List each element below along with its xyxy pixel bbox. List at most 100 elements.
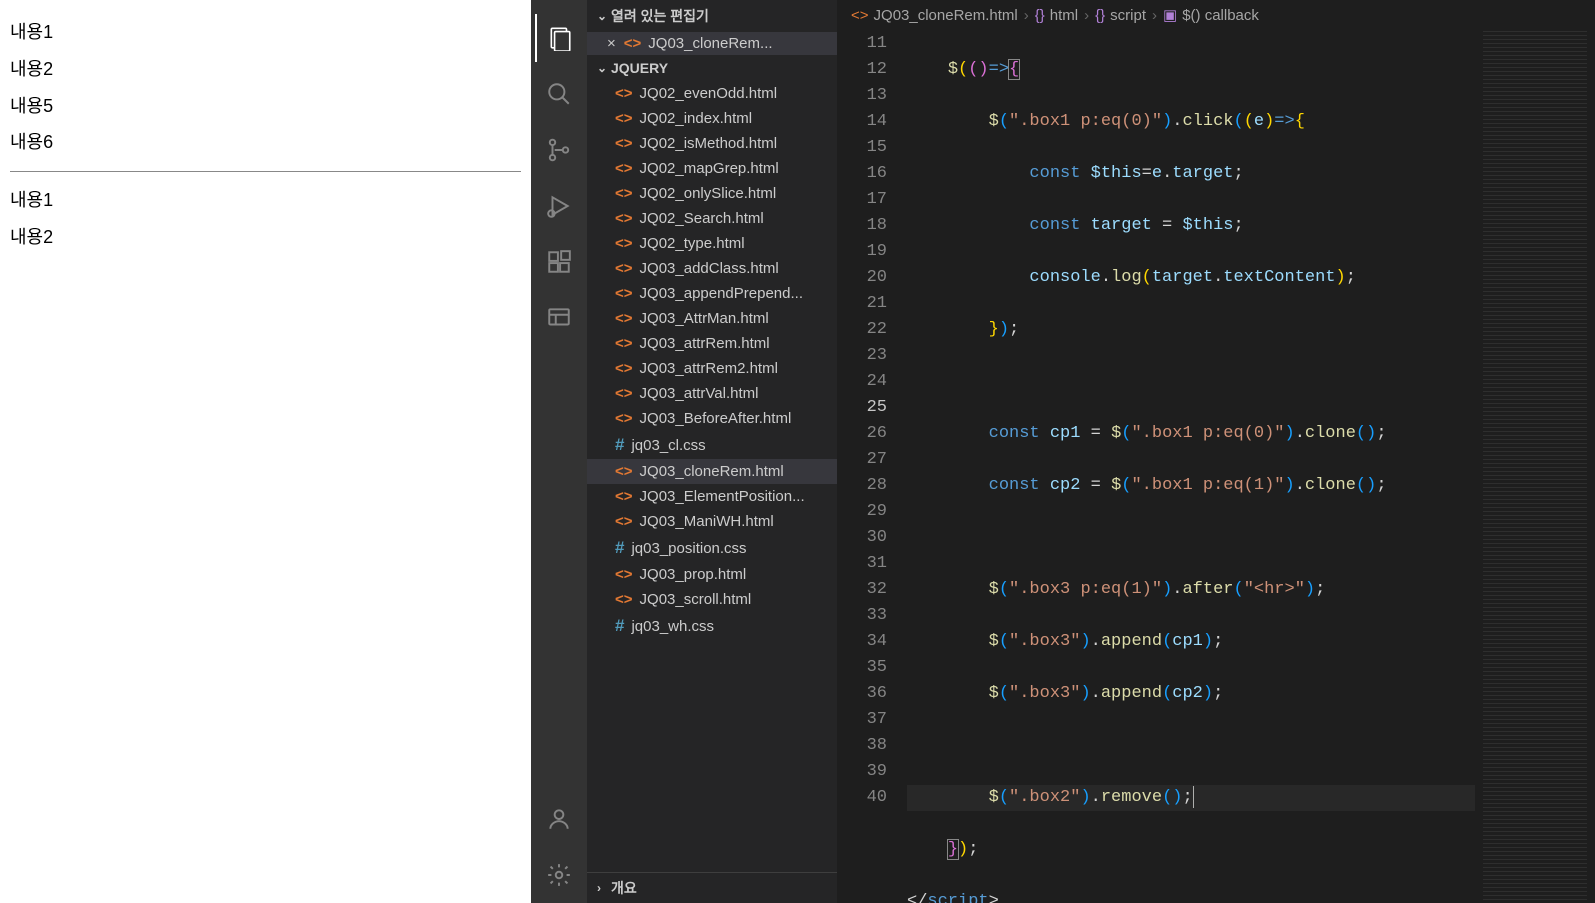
line-number: 15 xyxy=(837,135,887,161)
browser-text-line: 내용2 xyxy=(10,223,521,252)
html-file-icon: <> xyxy=(615,185,633,202)
file-name-label: JQ03_attrRem2.html xyxy=(640,360,778,377)
line-number: 32 xyxy=(837,577,887,603)
folder-name: JQUERY xyxy=(611,60,668,76)
file-item[interactable]: # jq03_cl.css xyxy=(587,431,837,459)
line-number: 39 xyxy=(837,759,887,785)
breadcrumb-segment[interactable]: html xyxy=(1050,7,1078,24)
css-file-icon: # xyxy=(615,616,624,636)
file-name-label: JQ03_AttrMan.html xyxy=(640,310,769,327)
line-number: 17 xyxy=(837,187,887,213)
file-item[interactable]: <>JQ02_Search.html xyxy=(587,206,837,231)
html-file-icon: <> xyxy=(615,410,633,427)
source-control-icon[interactable] xyxy=(535,126,583,174)
code-editor[interactable]: 1112131415161718192021222324252627282930… xyxy=(837,31,1595,903)
outline-header[interactable]: › 개요 xyxy=(587,872,837,903)
open-editors-header[interactable]: ⌄ 열려 있는 편집기 xyxy=(587,0,837,32)
file-item[interactable]: <>JQ03_addClass.html xyxy=(587,256,837,281)
file-item[interactable]: <>JQ02_index.html xyxy=(587,106,837,131)
remote-window-icon[interactable] xyxy=(535,294,583,342)
html-file-icon: <> xyxy=(615,85,633,102)
line-number: 40 xyxy=(837,785,887,811)
file-item[interactable]: <> JQ02_mapGrep.html xyxy=(587,156,837,181)
chevron-right-icon: › xyxy=(597,881,611,895)
close-icon[interactable]: × xyxy=(607,35,616,52)
file-item[interactable]: <>JQ02_type.html xyxy=(587,231,837,256)
file-item[interactable]: <>JQ03_attrVal.html xyxy=(587,381,837,406)
line-number: 27 xyxy=(837,447,887,473)
line-number: 38 xyxy=(837,733,887,759)
line-number: 35 xyxy=(837,655,887,681)
file-name-label: jq03_cl.css xyxy=(631,437,705,454)
brace-icon: {} xyxy=(1095,7,1105,24)
file-name-label: JQ03_prop.html xyxy=(640,566,747,583)
html-file-icon: <> xyxy=(615,110,633,127)
open-editor-filename: JQ03_cloneRem... xyxy=(648,35,772,52)
line-number: 22 xyxy=(837,317,887,343)
line-number: 20 xyxy=(837,265,887,291)
minimap[interactable] xyxy=(1475,31,1595,903)
open-editor-item[interactable]: × <> JQ03_cloneRem... xyxy=(587,32,837,55)
line-number: 34 xyxy=(837,629,887,655)
settings-gear-icon[interactable] xyxy=(535,851,583,899)
file-item[interactable]: <>JQ02_evenOdd.html xyxy=(587,81,837,106)
editor-area: <> JQ03_cloneRem.html › {} html › {} scr… xyxy=(837,0,1595,903)
file-item[interactable]: <>JQ03_attrRem.html xyxy=(587,331,837,356)
line-number: 16 xyxy=(837,161,887,187)
html-file-icon: <> xyxy=(615,463,633,480)
line-number: 19 xyxy=(837,239,887,265)
breadcrumb-file[interactable]: JQ03_cloneRem.html xyxy=(874,7,1018,24)
html-file-icon: <> xyxy=(615,210,633,227)
folder-header[interactable]: ⌄ JQUERY xyxy=(587,55,837,81)
chevron-right-icon: › xyxy=(1084,7,1089,24)
brace-icon: {} xyxy=(1035,7,1045,24)
file-item[interactable]: <>JQ03_BeforeAfter.html xyxy=(587,406,837,431)
extensions-icon[interactable] xyxy=(535,238,583,286)
line-number: 30 xyxy=(837,525,887,551)
line-number: 31 xyxy=(837,551,887,577)
debug-icon[interactable] xyxy=(535,182,583,230)
file-item[interactable]: <>JQ02_onlySlice.html xyxy=(587,181,837,206)
file-item[interactable]: <> JQ03_cloneRem.html xyxy=(587,459,837,484)
line-number: 36 xyxy=(837,681,887,707)
html-file-icon: <> xyxy=(615,260,633,277)
file-item[interactable]: <>JQ03_prop.html xyxy=(587,562,837,587)
line-gutter: 1112131415161718192021222324252627282930… xyxy=(837,31,907,903)
css-file-icon: # xyxy=(615,435,624,455)
line-number: 33 xyxy=(837,603,887,629)
code-content[interactable]: $(()=>{ $(".box1 p:eq(0)").click((e)=>{ … xyxy=(907,31,1475,903)
file-name-label: JQ03_scroll.html xyxy=(640,591,752,608)
breadcrumb-segment[interactable]: script xyxy=(1110,7,1146,24)
file-name-label: jq03_wh.css xyxy=(631,618,714,635)
file-item[interactable]: <> JQ03_AttrMan.html xyxy=(587,306,837,331)
file-name-label: JQ02_mapGrep.html xyxy=(640,160,779,177)
html-file-icon: <> xyxy=(615,160,633,177)
file-item[interactable]: <>JQ03_appendPrepend... xyxy=(587,281,837,306)
html-file-icon: <> xyxy=(615,285,633,302)
browser-output-panel: 내용1내용2내용5내용6 내용1내용2 xyxy=(0,0,531,903)
html-file-icon: <> xyxy=(615,335,633,352)
file-item[interactable]: # jq03_wh.css xyxy=(587,612,837,640)
browser-text-line: 내용1 xyxy=(10,18,521,47)
file-item[interactable]: <> JQ03_scroll.html xyxy=(587,587,837,612)
html-file-icon: <> xyxy=(624,35,642,52)
line-number: 14 xyxy=(837,109,887,135)
file-item[interactable]: <>JQ03_ElementPosition... xyxy=(587,484,837,509)
file-item[interactable]: #jq03_position.css xyxy=(587,534,837,562)
breadcrumb[interactable]: <> JQ03_cloneRem.html › {} html › {} scr… xyxy=(837,0,1595,31)
line-number: 37 xyxy=(837,707,887,733)
file-item[interactable]: <>JQ03_ManiWH.html xyxy=(587,509,837,534)
file-name-label: JQ03_cloneRem.html xyxy=(640,463,784,480)
line-number: 24 xyxy=(837,369,887,395)
account-icon[interactable] xyxy=(535,795,583,843)
file-item[interactable]: <>JQ02_isMethod.html xyxy=(587,131,837,156)
horizontal-rule xyxy=(10,171,521,172)
breadcrumb-segment[interactable]: $() callback xyxy=(1182,7,1259,24)
html-file-icon: <> xyxy=(615,310,633,327)
file-item[interactable]: <>JQ03_attrRem2.html xyxy=(587,356,837,381)
html-file-icon: <> xyxy=(615,591,633,608)
search-icon[interactable] xyxy=(535,70,583,118)
line-number: 25 xyxy=(837,395,887,421)
html-file-icon: <> xyxy=(615,235,633,252)
explorer-icon[interactable] xyxy=(535,14,583,62)
